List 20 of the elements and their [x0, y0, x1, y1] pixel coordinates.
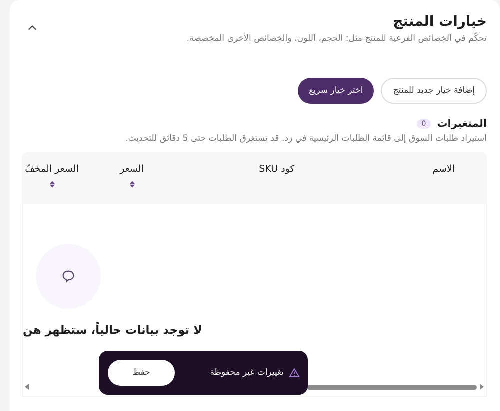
add-option-button[interactable]: إضافة خيار جديد للمنتج — [381, 78, 487, 104]
collapse-icon[interactable] — [28, 25, 37, 31]
scroll-right-icon[interactable] — [480, 384, 484, 390]
warning-icon — [289, 368, 300, 378]
save-button[interactable]: حفظ — [108, 360, 175, 386]
section-description: تحكّم في الخصائص الفرعية للمنتج مثل: الحجم، اللون، والخصائص الأخرى المخصصة. — [186, 34, 487, 44]
column-header: الاسم — [432, 164, 455, 175]
column-header[interactable]: السعر — [120, 164, 144, 188]
toast-message: تغييرات غير محفوظة — [209, 368, 284, 378]
empty-message: لا توجد بيانات حالياً، ستظهر هن — [23, 323, 202, 337]
chat-bubble-icon — [62, 270, 75, 283]
sort-icon[interactable] — [50, 181, 55, 188]
column-header[interactable]: السعر المخفّ — [25, 164, 79, 188]
section-title: خيارات المنتج — [392, 14, 487, 30]
variants-description: استيراد طلبات السوق إلى قائمة الطلبات الرئيسية في زد. قد تستغرق الطلبات حتى 5 دقائق للتحديث. — [124, 134, 487, 144]
sort-icon[interactable] — [130, 181, 134, 188]
scroll-left-icon[interactable] — [25, 384, 29, 390]
variants-title: المتغيرات — [437, 118, 487, 130]
column-header: كود SKU — [259, 164, 295, 175]
quick-option-button[interactable]: اختر خيار سريع — [298, 78, 374, 104]
